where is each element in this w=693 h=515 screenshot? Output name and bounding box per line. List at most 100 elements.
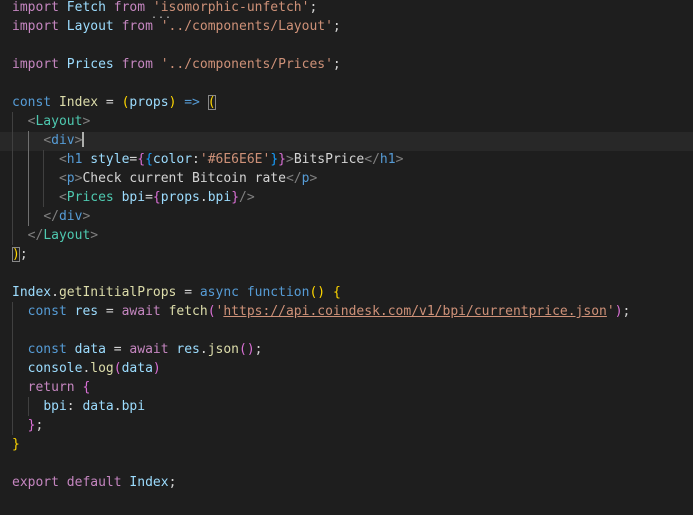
code-token: from (121, 57, 153, 72)
code-token: < (58, 152, 67, 167)
code-token: getInitialProps (58, 285, 177, 300)
code-token: return (27, 380, 75, 395)
url-link[interactable]: https://api.coindesk.com/v1/bpi/currentp… (223, 304, 607, 319)
code-token: < (43, 133, 52, 148)
code-token: : (66, 399, 83, 414)
code-line-22[interactable]: bpi: data.bpi (12, 397, 145, 416)
code-editor[interactable]: ... import Fetch from 'isomorphic-unfetc… (0, 0, 693, 515)
code-token: </ (364, 152, 380, 167)
code-token: bpi (121, 190, 146, 205)
code-token: export (12, 475, 59, 490)
code-token: h1 (379, 152, 396, 167)
code-line-4[interactable]: import Prices from '../components/Prices… (12, 55, 341, 74)
code-token: ( (113, 361, 122, 376)
code-token: 'isomorphic-unfetch' (152, 0, 310, 15)
code-token: () (239, 342, 255, 357)
code-token: res (176, 342, 200, 357)
code-token: '../components/Prices' (160, 57, 333, 72)
code-token: > (309, 171, 318, 186)
code-token: < (58, 190, 67, 205)
code-line-16[interactable]: Index.getInitialProps = async function()… (12, 283, 341, 302)
code-token: { (82, 380, 91, 395)
code-line-24[interactable]: } (12, 435, 20, 454)
code-line-9[interactable]: <h1 style={{color:'#6E6E6E'}}>BitsPrice<… (12, 150, 403, 169)
code-line-23[interactable]: }; (12, 416, 44, 435)
code-token: ; (622, 304, 631, 319)
code-token: ; (332, 19, 341, 34)
code-token: > (285, 152, 294, 167)
code-token: const (27, 342, 67, 357)
code-token: Prices (58, 57, 122, 72)
code-token: log (90, 361, 114, 376)
code-token: ' (606, 304, 615, 319)
code-token: Check current Bitcoin rate (82, 171, 286, 186)
code-line-19[interactable]: const data = await res.json(); (12, 340, 263, 359)
code-line-12[interactable]: </div> (12, 207, 90, 226)
code-line-8[interactable]: <div> (12, 131, 84, 150)
code-token: div (58, 209, 83, 224)
code-line-17[interactable]: const res = await fetch('https://api.coi… (12, 302, 631, 321)
code-token: ; (332, 57, 341, 72)
code-token: ; (35, 418, 44, 433)
code-token: style (90, 152, 130, 167)
code-line-1[interactable]: import Fetch from 'isomorphic-unfetch'; (12, 0, 317, 17)
code-line-11[interactable]: <Prices bpi={props.bpi}/> (12, 188, 255, 207)
code-token: const (12, 95, 52, 110)
code-token: > (82, 209, 91, 224)
code-token: { (332, 285, 341, 300)
code-line-26[interactable]: export default Index; (12, 473, 176, 492)
code-token: import (12, 0, 59, 15)
code-line-2[interactable]: import Layout from '../components/Layout… (12, 17, 341, 36)
code-token: ( (207, 304, 216, 319)
code-line-6[interactable]: const Index = (props) => ( (12, 93, 216, 112)
code-token: Index (58, 95, 99, 110)
code-token: ; (309, 0, 318, 15)
current-line-highlight (0, 132, 693, 151)
code-line-20[interactable]: console.log(data) (12, 359, 161, 378)
code-token: default (66, 475, 122, 490)
code-line-21[interactable]: return { (12, 378, 91, 397)
code-line-7[interactable]: <Layout> (12, 112, 91, 131)
code-token: function (246, 285, 310, 300)
code-token: = (176, 285, 200, 300)
code-token: } (231, 190, 240, 205)
code-token: { (152, 190, 161, 205)
code-token: : (192, 152, 200, 167)
code-token: res (74, 304, 99, 319)
code-token: . (199, 190, 208, 205)
code-token: => (184, 95, 200, 110)
code-line-10[interactable]: <p>Check current Bitcoin rate</p> (12, 169, 317, 188)
code-token: ; (19, 247, 28, 262)
code-token: color (152, 152, 193, 167)
code-token: bpi (43, 399, 67, 414)
code-token: bpi (121, 399, 146, 414)
code-token: import (12, 19, 59, 34)
code-token: json (207, 342, 240, 357)
code-token: await (129, 342, 169, 357)
code-token: '#6E6E6E' (199, 152, 271, 167)
code-token: . (51, 285, 59, 300)
code-token: div (51, 133, 75, 148)
code-token: '../components/Layout' (160, 19, 333, 34)
code-line-14[interactable]: ); (12, 245, 28, 264)
code-line-13[interactable]: </Layout> (12, 226, 98, 245)
code-token: Fetch (58, 0, 114, 15)
code-token: { (145, 152, 153, 167)
code-token: BitsPrice (293, 152, 365, 167)
code-token: fetch (168, 304, 208, 319)
code-token: = (98, 304, 122, 319)
code-token: /> (239, 190, 255, 205)
code-token: data (74, 342, 106, 357)
